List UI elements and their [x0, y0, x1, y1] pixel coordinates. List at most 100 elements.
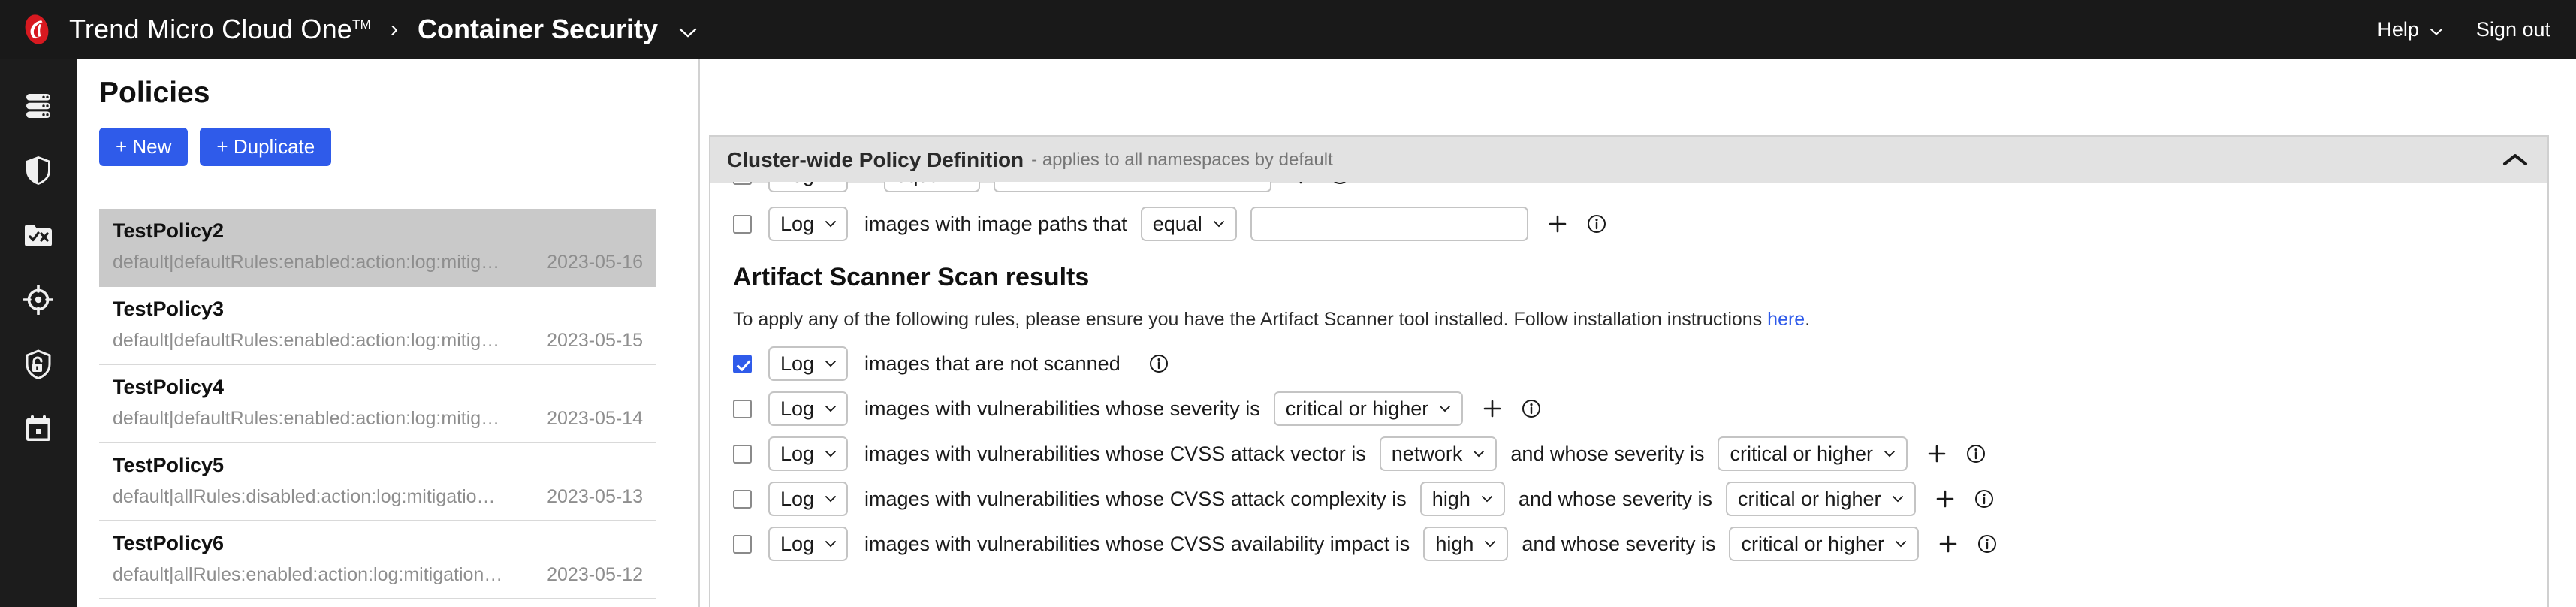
rule-severity-select[interactable]: critical or higher	[1718, 436, 1908, 471]
rule-action-value: Log	[780, 442, 814, 466]
rule-enable-checkbox[interactable]	[733, 490, 752, 509]
sidebar-item-runtime-security[interactable]	[0, 267, 77, 332]
policy-date: 2023-05-15	[541, 330, 643, 352]
cluster-policy-card: Cluster-wide Policy Definition - applies…	[709, 135, 2549, 607]
rule-severity-select[interactable]: critical or higher	[1726, 482, 1916, 516]
plus-icon[interactable]	[1291, 182, 1311, 185]
policy-description: default|allRules:disabled:action:log:mit…	[113, 486, 496, 508]
chevron-down-icon	[1481, 495, 1493, 503]
policy-description: default|defaultRules:enabled:action:log:…	[113, 252, 499, 273]
rule-action-select[interactable]: Log	[768, 346, 848, 381]
rule-action-select[interactable]: Log	[768, 527, 848, 561]
rule-operator-select[interactable]: equal	[884, 182, 980, 192]
policy-meta: default|allRules:disabled:action:log:mit…	[113, 486, 643, 508]
rule-row-partial: Log equal	[733, 182, 2528, 201]
left-nav-rail	[0, 59, 77, 607]
info-icon[interactable]	[1966, 444, 1986, 464]
rule-row-cvss-attack-complexity: Log images with vulnerabilities whose CV…	[733, 476, 2528, 521]
rule-enable-checkbox[interactable]	[733, 215, 752, 234]
rule-enable-checkbox[interactable]	[733, 182, 752, 185]
breadcrumb-current-app[interactable]: Container Security	[418, 14, 697, 45]
card-title: Cluster-wide Policy Definition	[727, 148, 1024, 172]
sidebar-item-scan-results[interactable]	[0, 203, 77, 267]
rule-action-value: Log	[780, 533, 814, 556]
list-item[interactable]: TestPolicy3 default|defaultRules:enabled…	[99, 287, 656, 365]
card-header[interactable]: Cluster-wide Policy Definition - applies…	[710, 137, 2547, 183]
plus-icon[interactable]	[1938, 534, 1958, 554]
shield-icon	[25, 156, 52, 186]
rule-text	[864, 182, 870, 187]
rule-enable-checkbox[interactable]	[733, 355, 752, 373]
plus-icon[interactable]	[1483, 399, 1502, 418]
policy-date: 2023-05-14	[541, 408, 643, 430]
rule-text: images with image paths that	[864, 213, 1127, 236]
rule-operator-value: equal	[896, 182, 946, 187]
sidebar-item-dashboard[interactable]	[0, 74, 77, 138]
rule-severity-select[interactable]: critical or higher	[1274, 391, 1464, 426]
chevron-down-icon	[825, 540, 837, 548]
policy-description: default|allRules:enabled:action:log:miti…	[113, 564, 502, 586]
help-menu[interactable]: Help	[2377, 18, 2443, 41]
rule-text: images with vulnerabilities whose CVSS a…	[864, 533, 1410, 556]
section-note: To apply any of the following rules, ple…	[733, 309, 2528, 331]
list-item[interactable]: TestPolicy5 default|allRules:disabled:ac…	[99, 443, 656, 521]
info-icon[interactable]	[1522, 399, 1541, 418]
rule-text-severity-conjunction: and whose severity is	[1522, 533, 1715, 556]
rule-value-input[interactable]	[994, 182, 1271, 192]
policy-date: 2023-05-13	[541, 486, 643, 508]
info-icon[interactable]	[1974, 489, 1994, 509]
dashboard-servers-icon	[23, 92, 53, 119]
sidebar-item-policies[interactable]	[0, 138, 77, 203]
rule-action-value: Log	[780, 352, 814, 376]
list-item[interactable]: TestPolicy4 default|defaultRules:enabled…	[99, 365, 656, 443]
rule-availability-impact-select[interactable]: high	[1423, 527, 1508, 561]
rule-action-select[interactable]: Log	[768, 182, 848, 192]
shield-unlock-icon	[24, 349, 53, 379]
duplicate-policy-button[interactable]: + Duplicate	[200, 128, 331, 166]
chevron-down-icon	[1895, 540, 1907, 548]
rule-severity-value: critical or higher	[1741, 533, 1884, 556]
policy-description: default|defaultRules:enabled:action:log:…	[113, 330, 499, 352]
rule-text: images with vulnerabilities whose CVSS a…	[864, 442, 1366, 466]
rule-value-input[interactable]	[1250, 207, 1528, 241]
list-item[interactable]: TestPolicy2 default|defaultRules:enabled…	[99, 209, 656, 287]
rule-text: images with vulnerabilities whose CVSS a…	[864, 488, 1407, 511]
info-icon[interactable]	[1977, 534, 1997, 554]
rule-operator-select[interactable]: equal	[1141, 207, 1237, 241]
rule-enable-checkbox[interactable]	[733, 535, 752, 554]
new-policy-button[interactable]: + New	[99, 128, 188, 166]
section-note-suffix: .	[1805, 309, 1810, 330]
info-icon[interactable]	[1330, 182, 1350, 185]
chevron-down-icon	[825, 360, 837, 367]
plus-icon[interactable]	[1935, 489, 1955, 509]
breadcrumb-separator: ›	[391, 17, 398, 42]
sign-out-button[interactable]: Sign out	[2476, 18, 2550, 41]
rule-action-select[interactable]: Log	[768, 391, 848, 426]
list-item[interactable]: TestPolicy6 default|allRules:enabled:act…	[99, 521, 656, 599]
rule-severity-select[interactable]: critical or higher	[1729, 527, 1919, 561]
rule-severity-value: critical or higher	[1286, 397, 1429, 421]
plus-icon[interactable]	[1548, 214, 1567, 234]
sidebar-item-events[interactable]	[0, 397, 77, 461]
rule-enable-checkbox[interactable]	[733, 400, 752, 418]
chevron-down-icon	[825, 450, 837, 458]
chevron-down-icon	[2430, 18, 2443, 41]
page-title: Policies	[99, 77, 683, 110]
rule-enable-checkbox[interactable]	[733, 445, 752, 464]
policy-meta: default|defaultRules:enabled:action:log:…	[113, 252, 643, 273]
plus-icon[interactable]	[1927, 444, 1947, 464]
info-icon[interactable]	[1587, 214, 1606, 234]
sidebar-item-vulnerabilities[interactable]	[0, 332, 77, 397]
chevron-up-icon[interactable]	[2502, 153, 2528, 168]
rule-attack-complexity-select[interactable]: high	[1420, 482, 1505, 516]
rule-action-value: Log	[780, 488, 814, 511]
rule-action-select[interactable]: Log	[768, 207, 848, 241]
rule-action-select[interactable]: Log	[768, 436, 848, 471]
installation-instructions-link[interactable]: here	[1767, 309, 1805, 330]
section-title-artifact-scanner: Artifact Scanner Scan results	[733, 263, 2528, 292]
trend-micro-logo-icon[interactable]	[20, 12, 54, 47]
rule-attack-vector-select[interactable]: network	[1380, 436, 1498, 471]
info-icon[interactable]	[1149, 354, 1169, 373]
policy-list[interactable]: TestPolicy2 default|defaultRules:enabled…	[99, 209, 683, 607]
rule-action-select[interactable]: Log	[768, 482, 848, 516]
